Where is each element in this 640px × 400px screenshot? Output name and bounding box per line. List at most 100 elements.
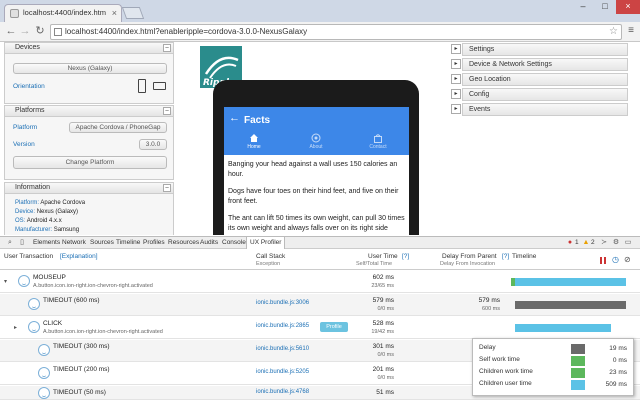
- app-tab-about[interactable]: About: [286, 133, 346, 155]
- landscape-icon[interactable]: [153, 82, 166, 90]
- tab-ux-profiler[interactable]: UX Profiler: [246, 237, 286, 249]
- device-mode-icon[interactable]: ▯: [18, 239, 26, 247]
- user-face-icon: [18, 275, 30, 287]
- reload-icon[interactable]: ↻: [33, 24, 47, 38]
- bookmark-star-icon[interactable]: ☆: [609, 25, 618, 39]
- tab-sources[interactable]: Sources: [90, 237, 114, 249]
- profile-button[interactable]: Profile: [320, 322, 348, 332]
- row-name: TIMEOUT (600 ms): [43, 297, 100, 304]
- row-name: TIMEOUT (300 ms): [53, 343, 110, 350]
- row-self-total: 0/0 ms: [377, 306, 394, 312]
- explanation-link[interactable]: [Explanation]: [60, 253, 98, 260]
- tab-audits[interactable]: Audits: [200, 237, 218, 249]
- user-face-icon: [38, 387, 50, 399]
- row-self-total: 0/0 ms: [377, 375, 394, 381]
- window-minimize-button[interactable]: –: [572, 0, 594, 14]
- app-tab-contact[interactable]: Contact: [348, 133, 408, 155]
- warning-icon[interactable]: ▲: [582, 239, 590, 247]
- platforms-panel-title: Platforms: [15, 107, 45, 114]
- col-transaction: User Transaction: [4, 253, 54, 260]
- new-tab-button[interactable]: [121, 7, 145, 19]
- col-usertime: User Time: [368, 253, 398, 260]
- change-platform-button[interactable]: Change Platform: [13, 156, 167, 169]
- profiler-header: User Transaction [Explanation] Call Stac…: [0, 250, 640, 270]
- device-select[interactable]: Nexus (Galaxy): [13, 63, 167, 74]
- back-arrow-icon[interactable]: ←: [229, 112, 240, 124]
- expand-icon[interactable]: ▸: [451, 104, 461, 114]
- tab-console[interactable]: Console: [222, 237, 246, 249]
- portrait-icon[interactable]: [138, 79, 146, 93]
- collapse-icon[interactable]: –: [163, 44, 171, 52]
- settings-gear-icon[interactable]: ⚙: [612, 239, 620, 247]
- config-panel-header[interactable]: Config: [462, 88, 628, 101]
- expand-arrow-icon[interactable]: ▾: [4, 278, 7, 285]
- tab-timeline[interactable]: Timeline: [116, 237, 140, 249]
- devices-panel-header[interactable]: Devices –: [5, 43, 173, 54]
- tab-close-icon[interactable]: ×: [112, 5, 117, 21]
- tooltip-label: Self work time: [479, 356, 520, 363]
- table-row[interactable]: TIMEOUT (600 ms) ionic.bundle.js:3006 57…: [0, 294, 640, 316]
- call-stack-link[interactable]: ionic.bundle.js:3006: [256, 300, 309, 306]
- console-drawer-icon[interactable]: ≻: [600, 239, 608, 247]
- devtools-tab-bar: ⌕ ▯ Elements Network Sources Timeline Pr…: [0, 236, 640, 249]
- window-maximize-button[interactable]: □: [594, 0, 616, 14]
- events-panel-header[interactable]: Events: [462, 103, 628, 116]
- settings-panel-header[interactable]: Settings: [462, 43, 628, 56]
- platform-select[interactable]: Apache Cordova / PhoneGap: [69, 122, 167, 133]
- collapse-icon[interactable]: –: [163, 184, 171, 192]
- info-row: OS: Android 4.x.x: [15, 218, 62, 224]
- expand-icon[interactable]: ▸: [451, 74, 461, 84]
- tab-network[interactable]: Network: [62, 237, 86, 249]
- call-stack-link[interactable]: ionic.bundle.js:4768: [256, 389, 309, 395]
- expand-icon[interactable]: ▸: [451, 89, 461, 99]
- timeline-tooltip: Delay 19 ms Self work time 0 ms Children…: [472, 338, 634, 396]
- row-self-total: 19/42 ms: [371, 329, 394, 335]
- version-select[interactable]: 3.0.0: [139, 139, 167, 150]
- platforms-panel-header[interactable]: Platforms –: [5, 106, 173, 117]
- table-row[interactable]: ▸ CLICK A.button.icon.ion-right.ion-chev…: [0, 317, 640, 339]
- tooltip-swatch: [571, 356, 585, 366]
- expand-icon[interactable]: ▸: [451, 44, 461, 54]
- dock-icon[interactable]: ▭: [624, 239, 632, 247]
- timeline-bar-user: [515, 324, 611, 332]
- back-arrow-icon[interactable]: ←: [4, 24, 18, 38]
- user-face-icon: [28, 298, 40, 310]
- row-user-time: 301 ms: [372, 343, 394, 350]
- call-stack-link[interactable]: ionic.bundle.js:5205: [256, 369, 309, 375]
- fact-paragraph: Banging your head against a wall uses 15…: [228, 161, 398, 178]
- tab-profiles[interactable]: Profiles: [143, 237, 165, 249]
- tooltip-label: Children user time: [479, 380, 532, 387]
- fact-paragraph: The ant can lift 50 times its own weight…: [228, 215, 405, 232]
- app-tab-home[interactable]: Home: [224, 133, 284, 155]
- tab-resources[interactable]: Resources: [168, 237, 199, 249]
- user-face-icon: [38, 344, 50, 356]
- col-delay: Delay From Parent: [442, 253, 497, 260]
- table-row[interactable]: ▾ MOUSEUP A.button.icon.ion-right.ion-ch…: [0, 271, 640, 293]
- device-network-settings-panel-header[interactable]: Device & Network Settings: [462, 58, 628, 71]
- browser-menu-icon[interactable]: ≡: [624, 24, 638, 38]
- clear-icon[interactable]: ⊘: [624, 255, 631, 264]
- expand-arrow-icon[interactable]: ▸: [14, 324, 17, 331]
- tooltip-value: 23 ms: [609, 369, 627, 376]
- call-stack-link[interactable]: ionic.bundle.js:2865: [256, 323, 309, 329]
- call-stack-link[interactable]: ionic.bundle.js:5610: [256, 346, 309, 352]
- tab-elements[interactable]: Elements: [33, 237, 60, 249]
- geo-location-panel-header[interactable]: Geo Location: [462, 73, 628, 86]
- col-callstack: Call Stack: [256, 253, 286, 260]
- forward-arrow-icon[interactable]: →: [18, 24, 32, 38]
- information-panel-header[interactable]: Information –: [5, 183, 173, 194]
- collapse-icon[interactable]: –: [163, 107, 171, 115]
- help-link[interactable]: [?]: [502, 253, 509, 260]
- expand-icon[interactable]: ▸: [451, 59, 461, 69]
- app-tab-label: Contact: [369, 144, 387, 150]
- window-close-button[interactable]: ×: [616, 0, 640, 14]
- search-icon[interactable]: ⌕: [6, 239, 14, 247]
- browser-tab[interactable]: localhost:4400/index.htm ×: [4, 4, 122, 22]
- clock-icon[interactable]: ◷: [612, 255, 619, 264]
- pause-icon[interactable]: [600, 257, 606, 264]
- error-icon[interactable]: ●: [566, 239, 574, 247]
- help-link[interactable]: [?]: [402, 253, 409, 260]
- row-delay-invocation: 600 ms: [481, 306, 500, 312]
- warning-count: 2: [591, 239, 595, 246]
- address-bar[interactable]: localhost:4400/index.html?enableripple=c…: [50, 24, 622, 40]
